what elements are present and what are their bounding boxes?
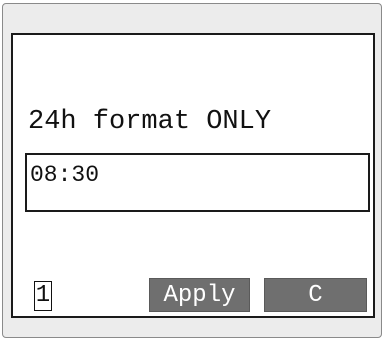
apply-button[interactable]: Apply: [149, 278, 250, 312]
time-input[interactable]: 08:30: [25, 153, 370, 212]
clear-button[interactable]: C: [264, 278, 367, 312]
page-number-indicator: 1: [34, 281, 52, 311]
instruction-label: 24h format ONLY: [28, 107, 272, 137]
